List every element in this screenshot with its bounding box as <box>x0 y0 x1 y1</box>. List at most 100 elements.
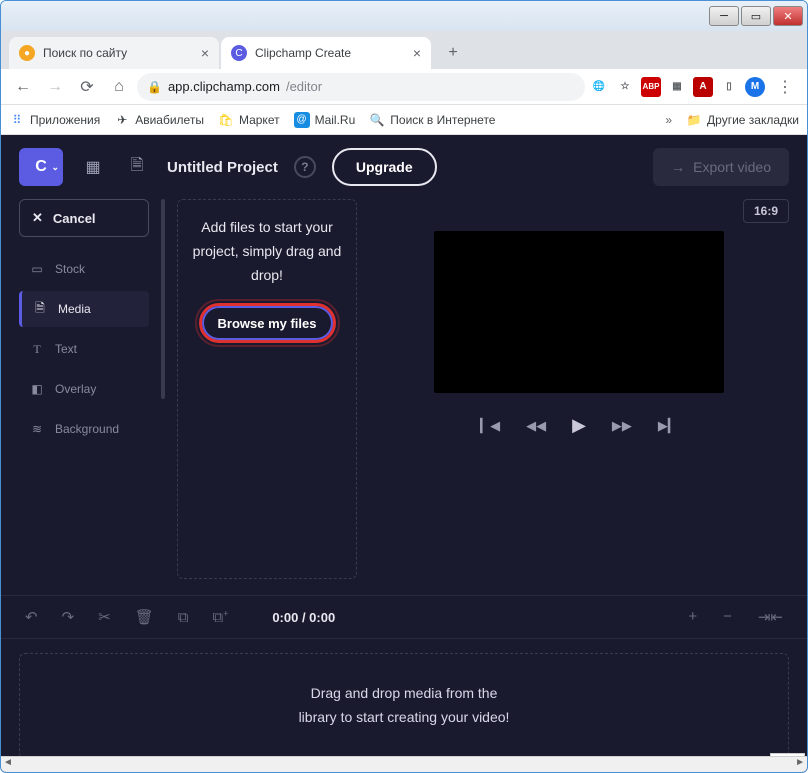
timeline-toolbar: ↶ ↷ ✂ 🗑 ⧉ ⧉⁺ 0:00 / 0:00 + − ⇥⇤ <box>1 595 807 639</box>
reload-button[interactable]: ⟳ <box>73 73 101 101</box>
fit-button[interactable]: ⇥⇤ <box>758 608 783 626</box>
bookmark-label: Авиабилеты <box>135 113 204 127</box>
tab-title: Поиск по сайту <box>43 46 127 60</box>
bookmark-item[interactable]: @ Mail.Ru <box>294 112 356 128</box>
window-titlebar: ─ ▭ ✕ <box>1 1 807 31</box>
sidebar-item-label: Background <box>55 422 119 436</box>
window-close-button[interactable]: ✕ <box>773 6 803 26</box>
sidebar-scrollbar[interactable] <box>161 199 165 399</box>
sidebar-item-stock[interactable]: ▭ Stock <box>19 251 149 287</box>
tab-close-icon[interactable]: × <box>413 45 421 61</box>
redo-button[interactable]: ↷ <box>62 608 75 626</box>
timeline-time: 0:00 / 0:00 <box>272 610 335 625</box>
clipchamp-app: C ⌄ ▦ 🗎 Untitled Project ? Upgrade → Exp… <box>1 135 807 773</box>
url-host: app.clipchamp.com <box>168 79 280 94</box>
app-main: ✕ Cancel ▭ Stock 🗎 Media T Text ◧ Ove <box>1 199 807 579</box>
browser-tabstrip: ● Поиск по сайту × C Clipchamp Create × … <box>1 31 807 69</box>
rewind-button[interactable]: ◀◀ <box>526 418 546 434</box>
sidebar-item-text[interactable]: T Text <box>19 331 149 367</box>
chevron-down-icon: ⌄ <box>51 162 59 173</box>
player-controls: ▎◀ ◀◀ ▶ ▶▶ ▶▎ <box>480 415 678 436</box>
bookmarks-overflow[interactable]: » <box>665 113 672 127</box>
back-button[interactable]: ← <box>9 73 37 101</box>
other-bookmarks[interactable]: 📁 Другие закладки <box>686 112 799 128</box>
extension-icon[interactable]: ▯ <box>719 77 739 97</box>
sidebar: ✕ Cancel ▭ Stock 🗎 Media T Text ◧ Ove <box>19 199 149 579</box>
browser-window: ─ ▭ ✕ ● Поиск по сайту × C Clipchamp Cre… <box>0 0 808 773</box>
export-video-button[interactable]: → Export video <box>653 148 789 186</box>
bookmark-apps[interactable]: ⠿ Приложения <box>9 112 100 128</box>
bookmark-item[interactable]: 🛍 Маркет <box>218 112 280 128</box>
bookmark-star-icon[interactable]: ☆ <box>615 77 635 97</box>
upgrade-button[interactable]: Upgrade <box>332 148 437 186</box>
copy-button[interactable]: ⧉ <box>178 609 189 626</box>
sidebar-item-background[interactable]: ≋ Background <box>19 411 149 447</box>
mail-icon: @ <box>294 112 310 128</box>
media-panel: Add files to start your project, simply … <box>177 199 357 579</box>
delete-button[interactable]: 🗑 <box>135 608 154 626</box>
preview-area: 16:9 ▎◀ ◀◀ ▶ ▶▶ ▶▎ <box>369 199 789 579</box>
export-label: Export video <box>693 159 771 175</box>
browser-menu-button[interactable]: ⋮ <box>771 73 799 101</box>
browser-tab[interactable]: ● Поиск по сайту × <box>9 37 219 69</box>
aspect-ratio-badge[interactable]: 16:9 <box>743 199 789 223</box>
bookmark-item[interactable]: ✈ Авиабилеты <box>114 112 204 128</box>
folder-icon: 📁 <box>686 112 702 128</box>
browser-toolbar: ← → ⟳ ⌂ 🔒 app.clipchamp.com/editor 🌐 ☆ A… <box>1 69 807 105</box>
timeline-drop-text-2: library to start creating your video! <box>48 706 760 730</box>
stock-icon: ▭ <box>29 262 45 276</box>
timeline-dropzone[interactable]: Drag and drop media from the library to … <box>19 653 789 759</box>
abp-extension-icon[interactable]: ABP <box>641 77 661 97</box>
browser-tab-active[interactable]: C Clipchamp Create × <box>221 37 431 69</box>
duplicate-button[interactable]: ⧉⁺ <box>213 609 229 626</box>
search-icon: 🔍 <box>369 112 385 128</box>
bookmark-item[interactable]: 🔍 Поиск в Интернете <box>369 112 495 128</box>
layers-icon: ≋ <box>29 422 45 436</box>
app-logo-menu[interactable]: C ⌄ <box>19 148 63 186</box>
new-tab-button[interactable]: + <box>439 39 467 67</box>
translate-icon[interactable]: 🌐 <box>589 77 609 97</box>
project-title[interactable]: Untitled Project <box>167 159 278 176</box>
plane-icon: ✈ <box>114 112 130 128</box>
address-bar[interactable]: 🔒 app.clipchamp.com/editor <box>137 73 585 101</box>
tab-close-icon[interactable]: × <box>201 45 209 61</box>
horizontal-scrollbar[interactable] <box>1 756 807 772</box>
browse-files-button[interactable]: Browse my files <box>199 303 336 343</box>
pdf-extension-icon[interactable]: A <box>693 77 713 97</box>
undo-button[interactable]: ↶ <box>25 608 38 626</box>
browse-label: Browse my files <box>218 316 317 331</box>
tab-title: Clipchamp Create <box>255 46 351 60</box>
close-icon: ✕ <box>32 210 43 226</box>
app-header: C ⌄ ▦ 🗎 Untitled Project ? Upgrade → Exp… <box>1 135 807 199</box>
extension-icon[interactable]: ▦ <box>667 77 687 97</box>
media-icon: 🗎 <box>32 299 48 320</box>
forward-button[interactable]: ▶▶ <box>612 418 632 434</box>
cancel-button[interactable]: ✕ Cancel <box>19 199 149 237</box>
sidebar-item-label: Overlay <box>55 382 96 396</box>
home-button[interactable]: ⌂ <box>105 73 133 101</box>
bookmark-label: Mail.Ru <box>315 113 356 127</box>
skip-end-button[interactable]: ▶▎ <box>658 418 678 434</box>
window-maximize-button[interactable]: ▭ <box>741 6 771 26</box>
lock-icon: 🔒 <box>147 80 162 94</box>
bookmark-label: Поиск в Интернете <box>390 113 495 127</box>
video-icon[interactable]: ▦ <box>79 153 107 181</box>
forward-button[interactable]: → <box>41 73 69 101</box>
skip-start-button[interactable]: ▎◀ <box>480 418 500 434</box>
sidebar-item-label: Stock <box>55 262 85 276</box>
cut-button[interactable]: ✂ <box>98 608 111 626</box>
help-button[interactable]: ? <box>294 156 316 178</box>
bookmark-label: Другие закладки <box>707 113 799 127</box>
sidebar-item-label: Text <box>55 342 77 356</box>
url-path: /editor <box>286 79 322 94</box>
zoom-in-button[interactable]: + <box>688 608 697 626</box>
arrow-right-icon: → <box>671 159 685 175</box>
window-minimize-button[interactable]: ─ <box>709 6 739 26</box>
zoom-out-button[interactable]: − <box>723 608 732 626</box>
sidebar-item-media[interactable]: 🗎 Media <box>19 291 149 327</box>
sidebar-item-overlay[interactable]: ◧ Overlay <box>19 371 149 407</box>
profile-avatar[interactable]: M <box>745 77 765 97</box>
video-preview[interactable] <box>434 231 724 393</box>
play-button[interactable]: ▶ <box>572 415 586 436</box>
document-icon[interactable]: 🗎 <box>123 153 151 181</box>
